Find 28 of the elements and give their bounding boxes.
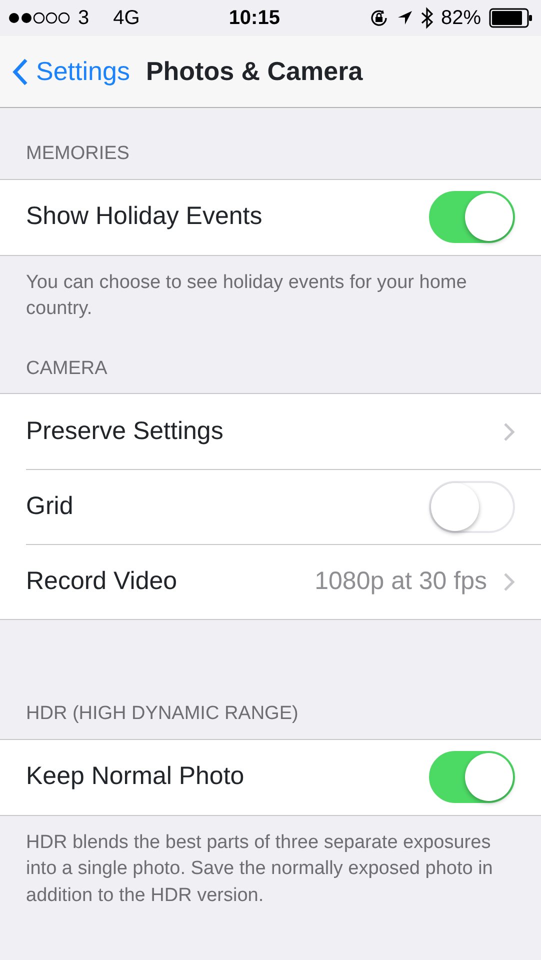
battery-icon	[489, 8, 533, 28]
chevron-right-icon[interactable]	[503, 572, 515, 592]
section-header: CAMERA	[25, 356, 108, 381]
page-title: Photos & Camera	[146, 55, 363, 88]
rotation-lock-icon	[368, 8, 389, 28]
row-label: Keep Normal Photo	[26, 761, 246, 792]
toggle-switch[interactable]	[429, 191, 515, 243]
row-label: Record Video	[26, 566, 178, 598]
row-label: Grid	[26, 491, 74, 522]
section-header: MEMORIES	[25, 142, 130, 166]
toggle-switch[interactable]	[429, 751, 515, 804]
carrier-text: 3	[78, 6, 90, 31]
chevron-right-icon[interactable]	[503, 422, 515, 442]
footer-text: HDR blends the best parts of three separate exposures into a single photo. Save the normally exposed photo in addition to the HDR version.	[25, 830, 494, 908]
battery-percent: 82%	[440, 6, 481, 31]
row-label: Preserve Settings	[26, 416, 224, 447]
bluetooth-icon	[420, 7, 433, 29]
signal-icon	[8, 12, 70, 24]
location-arrow-icon	[396, 10, 413, 26]
clock-text: 10:15	[228, 6, 280, 31]
footer-text: You can choose to see holiday events for your home country.	[25, 270, 468, 322]
row-value: 1080p at 30 fps	[314, 566, 487, 598]
network-text: 4G	[113, 6, 140, 31]
section-header: HDR (HIGH DYNAMIC RANGE)	[25, 702, 300, 726]
chevron-left-icon	[12, 58, 28, 86]
settings-row[interactable]: Preserve Settings	[26, 394, 541, 470]
settings-row[interactable]: Record Video 1080p at 30 fps	[26, 544, 541, 620]
row-label: Show Holiday Events	[26, 201, 264, 232]
